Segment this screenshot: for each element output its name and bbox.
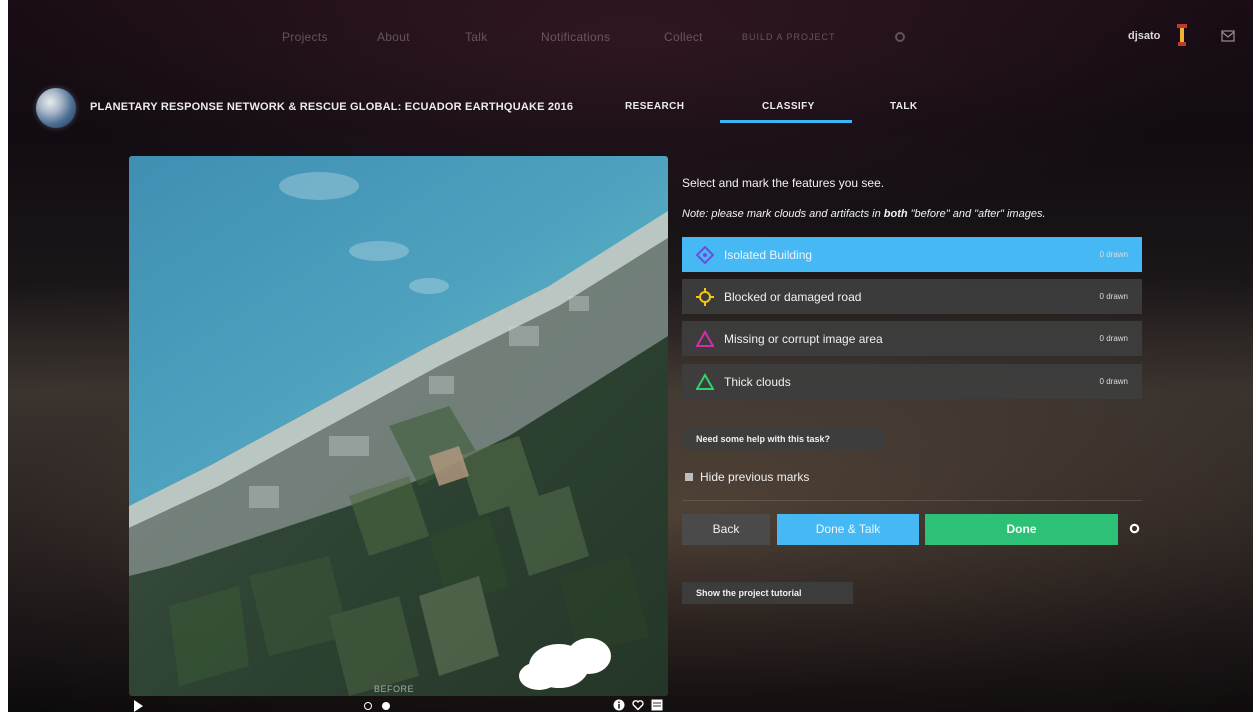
collections-icon[interactable] bbox=[651, 699, 663, 711]
subject-image[interactable] bbox=[129, 156, 668, 696]
frame-dot-2[interactable] bbox=[382, 702, 390, 710]
heart-icon[interactable] bbox=[632, 699, 644, 711]
tutorial-button[interactable]: Show the project tutorial bbox=[682, 582, 853, 604]
task-note: Note: please mark clouds and artifacts i… bbox=[682, 208, 1046, 220]
crosshair-icon bbox=[696, 288, 714, 306]
window-left-border bbox=[0, 0, 8, 712]
tool-label: Blocked or damaged road bbox=[724, 290, 862, 304]
settings-gear-icon[interactable] bbox=[1129, 523, 1140, 534]
mail-icon[interactable] bbox=[1221, 30, 1235, 42]
triangle-icon bbox=[696, 373, 714, 390]
triangle-icon bbox=[696, 330, 714, 347]
window-right-border bbox=[1253, 0, 1257, 712]
frame-label: BEFORE bbox=[374, 684, 415, 694]
play-button[interactable] bbox=[134, 700, 143, 712]
back-button[interactable]: Back bbox=[682, 514, 770, 545]
tool-count: 0 drawn bbox=[1099, 334, 1128, 343]
tool-missing-image-area[interactable]: Missing or corrupt image area 0 drawn bbox=[682, 321, 1142, 356]
nav-collect[interactable]: Collect bbox=[664, 30, 703, 44]
nav-build-project[interactable]: BUILD A PROJECT bbox=[742, 32, 836, 42]
user-avatar-icon[interactable] bbox=[1175, 24, 1189, 48]
divider bbox=[682, 500, 1142, 501]
tool-label: Thick clouds bbox=[724, 375, 791, 389]
active-tab-indicator bbox=[720, 120, 852, 123]
tab-research[interactable]: RESEARCH bbox=[625, 101, 684, 112]
tool-label: Missing or corrupt image area bbox=[724, 332, 883, 346]
user-name[interactable]: djsato bbox=[1128, 30, 1160, 42]
top-nav: Projects About Talk Notifications Collec… bbox=[0, 22, 1257, 52]
tool-label: Isolated Building bbox=[724, 248, 813, 262]
nav-about[interactable]: About bbox=[377, 30, 410, 44]
frame-dot-1[interactable] bbox=[364, 702, 372, 710]
tab-classify[interactable]: CLASSIFY bbox=[762, 101, 815, 112]
task-help-button[interactable]: Need some help with this task? bbox=[682, 428, 886, 450]
nav-notifications[interactable]: Notifications bbox=[541, 30, 610, 44]
diamond-icon bbox=[696, 246, 714, 264]
gear-icon[interactable] bbox=[894, 31, 906, 43]
tool-count: 0 drawn bbox=[1099, 377, 1128, 386]
nav-talk[interactable]: Talk bbox=[465, 30, 488, 44]
hide-marks-checkbox[interactable] bbox=[685, 473, 693, 481]
tool-count: 0 drawn bbox=[1099, 250, 1128, 259]
task-instruction: Select and mark the features you see. bbox=[682, 176, 885, 190]
project-avatar[interactable] bbox=[36, 88, 76, 128]
tool-count: 0 drawn bbox=[1099, 292, 1128, 301]
tool-isolated-building[interactable]: Isolated Building 0 drawn bbox=[682, 237, 1142, 272]
hide-marks-label[interactable]: Hide previous marks bbox=[700, 470, 809, 484]
done-button[interactable]: Done bbox=[925, 514, 1118, 545]
tool-blocked-road[interactable]: Blocked or damaged road 0 drawn bbox=[682, 279, 1142, 314]
project-title[interactable]: PLANETARY RESPONSE NETWORK & RESCUE GLOB… bbox=[90, 101, 573, 113]
nav-projects[interactable]: Projects bbox=[282, 30, 328, 44]
tool-thick-clouds[interactable]: Thick clouds 0 drawn bbox=[682, 364, 1142, 399]
tab-talk[interactable]: TALK bbox=[890, 101, 918, 112]
done-and-talk-button[interactable]: Done & Talk bbox=[777, 514, 919, 545]
info-icon[interactable] bbox=[613, 699, 625, 711]
